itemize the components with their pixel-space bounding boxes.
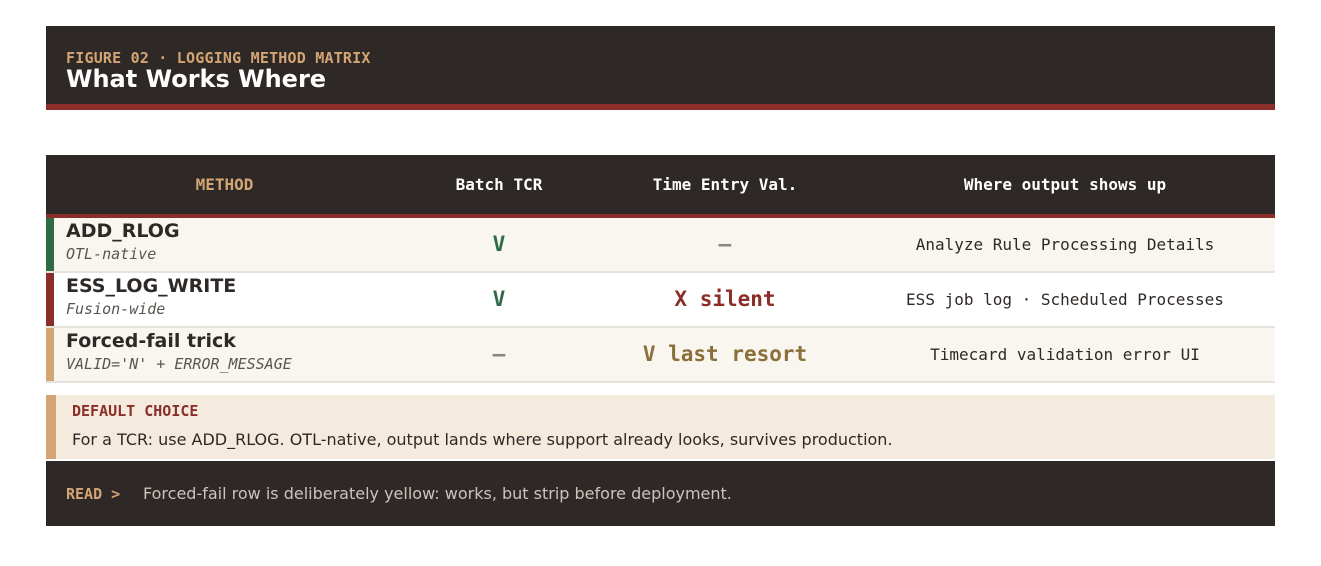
method-name: ADD_RLOG <box>66 220 180 242</box>
table-row-forced-fail: Forced-fail trick VALID='N' + ERROR_MESS… <box>46 328 1275 383</box>
callout-accent-bar <box>46 395 56 459</box>
time-entry-mark: V last resort <box>642 342 808 366</box>
output-location: Timecard validation error UI <box>930 345 1200 364</box>
column-header-batch-tcr: Batch TCR <box>455 175 543 194</box>
read-note: READ > Forced-fail row is deliberately y… <box>46 461 1275 526</box>
method-subtitle: Fusion-wide <box>66 300 166 318</box>
row-accent-bar <box>46 328 54 381</box>
read-label: READ > <box>66 485 121 503</box>
method-matrix-table: METHOD Batch TCR Time Entry Val. Where o… <box>46 155 1275 383</box>
output-location: Analyze Rule Processing Details <box>915 235 1215 254</box>
table-header: METHOD Batch TCR Time Entry Val. Where o… <box>46 155 1275 218</box>
default-choice-label: DEFAULT CHOICE <box>72 402 199 420</box>
column-header-method: METHOD <box>195 175 254 194</box>
figure-title: What Works Where <box>66 65 327 93</box>
batch-tcr-mark: V <box>492 232 506 256</box>
column-header-time-entry-val: Time Entry Val. <box>652 175 798 194</box>
figure-header: FIGURE 02 · LOGGING METHOD MATRIX What W… <box>46 26 1275 110</box>
row-accent-bar <box>46 218 54 271</box>
default-choice-text: For a TCR: use ADD_RLOG. OTL-native, out… <box>72 430 893 449</box>
table-row-add-rlog: ADD_RLOG OTL-native V — Analyze Rule Pro… <box>46 218 1275 273</box>
batch-tcr-mark: — <box>492 342 506 366</box>
method-name: Forced-fail trick <box>66 330 236 352</box>
time-entry-mark: — <box>718 232 732 256</box>
time-entry-mark: X silent <box>674 287 776 311</box>
method-name: ESS_LOG_WRITE <box>66 275 237 297</box>
column-header-where-output: Where output shows up <box>963 175 1167 194</box>
read-text: Forced-fail row is deliberately yellow: … <box>143 484 732 503</box>
row-accent-bar <box>46 273 54 326</box>
method-subtitle: VALID='N' + ERROR_MESSAGE <box>66 355 292 373</box>
table-row-ess-log-write: ESS_LOG_WRITE Fusion-wide V X silent ESS… <box>46 273 1275 328</box>
default-choice-callout: DEFAULT CHOICE For a TCR: use ADD_RLOG. … <box>46 395 1275 459</box>
output-location: ESS job log · Scheduled Processes <box>906 290 1224 309</box>
method-subtitle: OTL-native <box>66 245 157 263</box>
batch-tcr-mark: V <box>492 287 506 311</box>
